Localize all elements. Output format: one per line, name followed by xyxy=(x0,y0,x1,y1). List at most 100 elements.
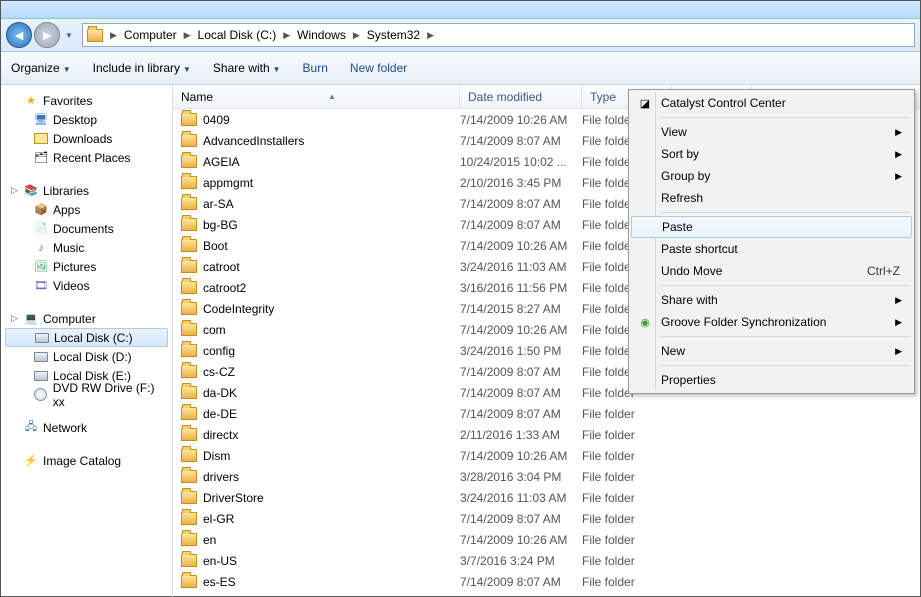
ctx-undo-move[interactable]: Undo MoveCtrl+Z xyxy=(631,260,912,282)
file-name: es-ES xyxy=(203,575,236,589)
breadcrumb-arrow[interactable]: ▶ xyxy=(424,30,437,41)
file-row[interactable]: drivers3/28/2016 3:04 PMFile folder xyxy=(173,466,920,487)
file-row[interactable]: es-ES7/14/2009 8:07 AMFile folder xyxy=(173,571,920,592)
dvd-icon xyxy=(34,388,47,401)
file-row[interactable]: en7/14/2009 10:26 AMFile folder xyxy=(173,529,920,550)
ctx-properties[interactable]: Properties xyxy=(631,369,912,391)
folder-icon xyxy=(181,344,197,357)
ctx-sort-by[interactable]: Sort by▶ xyxy=(631,143,912,165)
file-date: 3/7/2016 3:24 PM xyxy=(460,554,582,568)
separator xyxy=(659,117,910,118)
image-catalog-icon: ⚡ xyxy=(23,453,39,469)
file-name: en xyxy=(203,533,216,547)
folder-icon xyxy=(181,323,197,336)
file-row[interactable]: DriverStore3/24/2016 11:03 AMFile folder xyxy=(173,487,920,508)
folder-icon xyxy=(181,239,197,252)
ctx-catalyst[interactable]: ◪Catalyst Control Center xyxy=(631,92,912,114)
breadcrumb-arrow[interactable]: ▶ xyxy=(280,30,293,41)
ctx-refresh[interactable]: Refresh xyxy=(631,187,912,209)
file-name: config xyxy=(203,344,235,358)
ctx-view[interactable]: View▶ xyxy=(631,121,912,143)
file-date: 7/14/2009 8:07 AM xyxy=(460,134,582,148)
file-name: catroot2 xyxy=(203,281,246,295)
file-row[interactable]: de-DE7/14/2009 8:07 AMFile folder xyxy=(173,403,920,424)
sidebar-image-catalog[interactable]: ⚡Image Catalog xyxy=(1,451,172,470)
submenu-arrow-icon: ▶ xyxy=(895,346,902,357)
file-type: File folder xyxy=(582,428,672,442)
share-with-menu[interactable]: Share with▼ xyxy=(213,61,281,75)
file-type: File folder xyxy=(582,575,672,589)
folder-icon xyxy=(181,218,197,231)
navigation-pane: ★Favorites 🖥Desktop Downloads 🗂Recent Pl… xyxy=(1,85,173,597)
file-row[interactable]: en-US3/7/2016 3:24 PMFile folder xyxy=(173,550,920,571)
folder-icon xyxy=(181,512,197,525)
folder-icon xyxy=(181,470,197,483)
nav-history-dropdown[interactable]: ▼ xyxy=(62,22,76,48)
sidebar-apps[interactable]: 📦Apps xyxy=(1,200,172,219)
ctx-group-by[interactable]: Group by▶ xyxy=(631,165,912,187)
sidebar-disk-d[interactable]: Local Disk (D:) xyxy=(1,347,172,366)
sidebar-recent[interactable]: 🗂Recent Places xyxy=(1,148,172,167)
sidebar-documents[interactable]: 📄Documents xyxy=(1,219,172,238)
breadcrumb-computer[interactable]: Computer xyxy=(120,26,181,44)
videos-icon: 🎞 xyxy=(33,278,49,294)
include-library-menu[interactable]: Include in library▼ xyxy=(93,61,191,75)
file-date: 7/14/2009 8:07 AM xyxy=(460,218,582,232)
column-name[interactable]: Name▲ xyxy=(173,85,460,108)
file-date: 2/11/2016 1:33 AM xyxy=(460,428,582,442)
separator xyxy=(659,336,910,337)
folder-icon xyxy=(181,386,197,399)
file-row[interactable]: el-GR7/14/2009 8:07 AMFile folder xyxy=(173,508,920,529)
breadcrumb-arrow[interactable]: ▶ xyxy=(107,30,120,41)
file-row[interactable]: Dism7/14/2009 10:26 AMFile folder xyxy=(173,445,920,466)
sidebar-downloads[interactable]: Downloads xyxy=(1,129,172,148)
burn-button[interactable]: Burn xyxy=(303,61,328,75)
file-name: 0409 xyxy=(203,113,230,127)
organize-menu[interactable]: Organize▼ xyxy=(11,61,71,75)
ctx-paste[interactable]: Paste xyxy=(631,216,912,238)
sidebar-desktop[interactable]: 🖥Desktop xyxy=(1,110,172,129)
file-type: File folder xyxy=(582,449,672,463)
sidebar-dvd-drive[interactable]: DVD RW Drive (F:) xx xyxy=(1,385,172,404)
sidebar-music[interactable]: ♪Music xyxy=(1,238,172,257)
separator xyxy=(659,285,910,286)
new-folder-button[interactable]: New folder xyxy=(350,61,407,75)
breadcrumb-disk[interactable]: Local Disk (C:) xyxy=(194,26,281,44)
sidebar-pictures[interactable]: 🖼Pictures xyxy=(1,257,172,276)
window-titlebar xyxy=(1,1,920,19)
file-row[interactable]: directx2/11/2016 1:33 AMFile folder xyxy=(173,424,920,445)
file-date: 7/14/2009 8:07 AM xyxy=(460,407,582,421)
folder-icon xyxy=(181,533,197,546)
sidebar-network[interactable]: 🖧Network xyxy=(1,418,172,437)
submenu-arrow-icon: ▶ xyxy=(895,295,902,306)
breadcrumb-system32[interactable]: System32 xyxy=(363,26,424,44)
sidebar-computer[interactable]: ▷💻Computer xyxy=(1,309,172,328)
column-date[interactable]: Date modified xyxy=(460,85,582,108)
ctx-share-with[interactable]: Share with▶ xyxy=(631,289,912,311)
file-date: 7/14/2015 8:27 AM xyxy=(460,302,582,316)
network-icon: 🖧 xyxy=(23,420,39,436)
address-bar[interactable]: ▶ Computer ▶ Local Disk (C:) ▶ Windows ▶… xyxy=(82,23,915,47)
ctx-groove-sync[interactable]: ◉Groove Folder Synchronization▶ xyxy=(631,311,912,333)
sidebar-libraries[interactable]: ▷📚Libraries xyxy=(1,181,172,200)
separator xyxy=(659,365,910,366)
disk-icon xyxy=(35,333,49,343)
breadcrumb-windows[interactable]: Windows xyxy=(293,26,350,44)
desktop-icon: 🖥 xyxy=(33,112,49,128)
file-name: Boot xyxy=(203,239,228,253)
sidebar-disk-c[interactable]: Local Disk (C:) xyxy=(5,328,168,347)
sidebar-videos[interactable]: 🎞Videos xyxy=(1,276,172,295)
file-type: File folder xyxy=(582,533,672,547)
folder-icon xyxy=(181,554,197,567)
folder-icon xyxy=(181,428,197,441)
breadcrumb-arrow[interactable]: ▶ xyxy=(181,30,194,41)
sidebar-favorites[interactable]: ★Favorites xyxy=(1,91,172,110)
folder-icon xyxy=(181,281,197,294)
back-button[interactable]: ◄ xyxy=(6,22,32,48)
ctx-paste-shortcut[interactable]: Paste shortcut xyxy=(631,238,912,260)
file-name: Dism xyxy=(203,449,230,463)
forward-button[interactable]: ► xyxy=(34,22,60,48)
breadcrumb-arrow[interactable]: ▶ xyxy=(350,30,363,41)
file-name: el-GR xyxy=(203,512,234,526)
ctx-new[interactable]: New▶ xyxy=(631,340,912,362)
